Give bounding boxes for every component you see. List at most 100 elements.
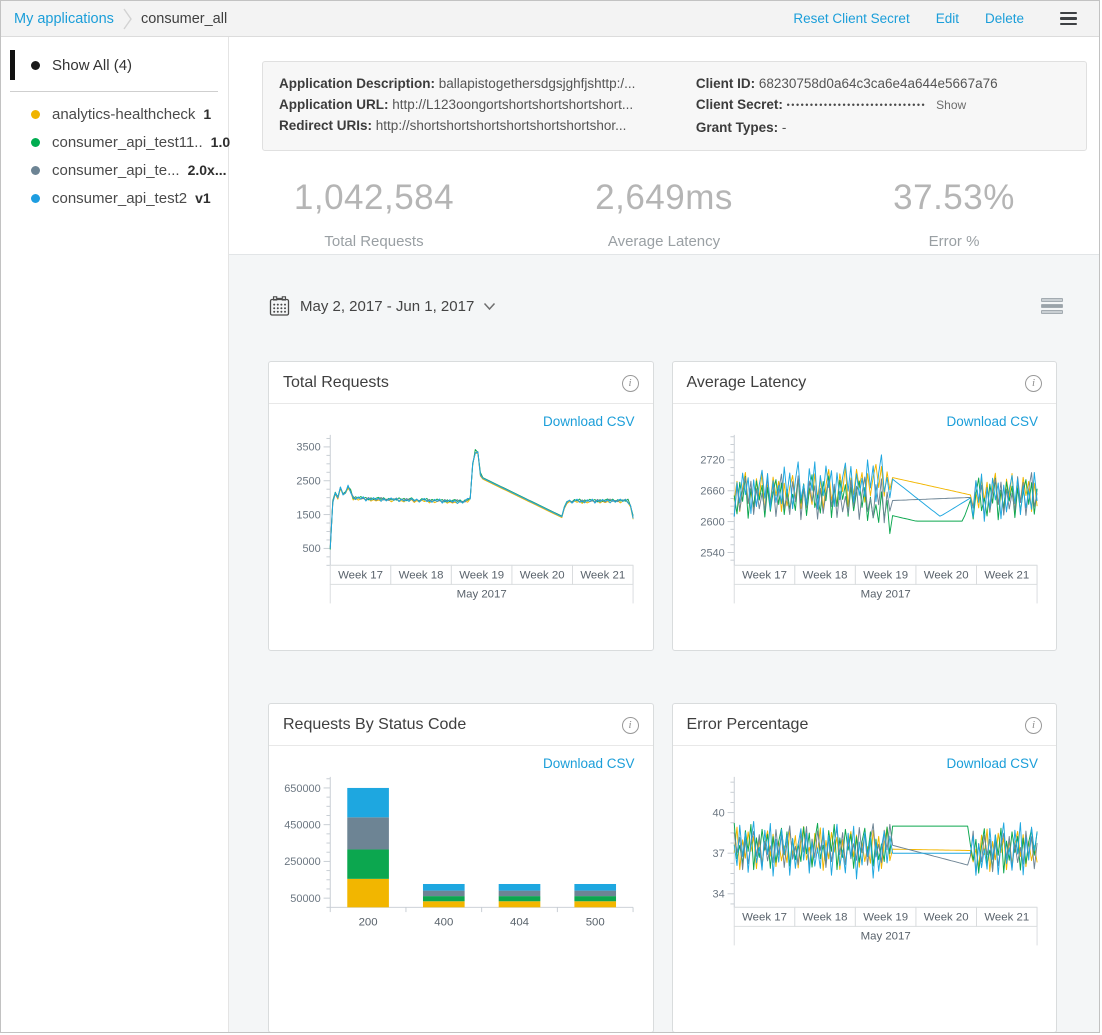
field-label: Application URL:: [279, 97, 389, 112]
sidebar-item-api-1[interactable]: consumer_api_test11.. 1.0: [1, 128, 228, 156]
stat-value: 1,042,584: [229, 178, 519, 218]
main-content: Application Description: ballapistogethe…: [229, 37, 1099, 1033]
field-label: Client Secret:: [696, 97, 783, 112]
date-range-label: May 2, 2017 - Jun 1, 2017: [300, 298, 474, 315]
api-version: 1: [203, 106, 211, 122]
svg-text:Week 21: Week 21: [984, 912, 1029, 924]
svg-text:250000: 250000: [284, 856, 321, 868]
status-dot-icon: [31, 110, 40, 119]
info-icon[interactable]: i: [622, 717, 639, 734]
show-secret-link[interactable]: Show: [936, 98, 966, 112]
grant-types-value: -: [782, 120, 787, 135]
top-bar-actions: Reset Client Secret Edit Delete: [793, 11, 1099, 26]
charts-toolbar: May 2, 2017 - Jun 1, 2017: [229, 255, 1099, 319]
svg-text:May 2017: May 2017: [860, 589, 910, 601]
api-version: v1: [195, 190, 211, 206]
download-csv-link[interactable]: Download CSV: [275, 750, 645, 774]
total-requests-chart: 500150025003500Week 17Week 18Week 19Week…: [275, 432, 645, 609]
delete-link[interactable]: Delete: [985, 11, 1024, 26]
field-label: Client ID:: [696, 76, 755, 91]
svg-text:500: 500: [586, 916, 605, 928]
status-dot-icon: [31, 138, 40, 147]
svg-text:2660: 2660: [700, 486, 724, 498]
info-icon[interactable]: i: [1025, 375, 1042, 392]
api-version: 1.0: [211, 134, 230, 150]
info-icon[interactable]: i: [622, 375, 639, 392]
reset-client-secret-link[interactable]: Reset Client Secret: [793, 11, 909, 26]
stat-error-percent: 37.53% Error %: [809, 178, 1099, 250]
stat-label: Total Requests: [229, 233, 519, 250]
menu-icon[interactable]: [1060, 12, 1077, 26]
api-name: consumer_api_te...: [52, 162, 180, 179]
sidebar-item-api-2[interactable]: consumer_api_te... 2.0x...: [1, 156, 228, 184]
svg-text:Week 21: Week 21: [580, 570, 625, 582]
svg-text:404: 404: [510, 916, 530, 928]
error-percentage-chart: 343740Week 17Week 18Week 19Week 20Week 2…: [679, 774, 1049, 951]
svg-text:Week 17: Week 17: [338, 570, 383, 582]
breadcrumb-current: consumer_all: [141, 11, 227, 27]
api-name: analytics-healthcheck: [52, 106, 195, 123]
api-name: consumer_api_test2: [52, 190, 187, 207]
svg-text:Week 19: Week 19: [863, 570, 908, 582]
svg-text:2720: 2720: [700, 455, 724, 467]
svg-text:500: 500: [302, 543, 320, 555]
sidebar-item-api-3[interactable]: consumer_api_test2 v1: [1, 184, 228, 212]
api-version: 2.0x...: [188, 162, 227, 178]
stats-row: 1,042,584 Total Requests 2,649ms Average…: [229, 178, 1099, 250]
charts-section: May 2, 2017 - Jun 1, 2017 Total Requests…: [229, 254, 1099, 1033]
svg-text:200: 200: [359, 916, 378, 928]
svg-text:2540: 2540: [700, 547, 724, 559]
chart-title: Total Requests: [283, 374, 389, 392]
show-all-label: Show All (4): [52, 57, 132, 74]
download-csv-link[interactable]: Download CSV: [679, 750, 1049, 774]
svg-text:1500: 1500: [296, 509, 320, 521]
stat-label: Average Latency: [519, 233, 809, 250]
svg-text:2600: 2600: [700, 516, 724, 528]
svg-text:May 2017: May 2017: [860, 931, 910, 943]
svg-text:Week 17: Week 17: [742, 570, 787, 582]
svg-text:Week 21: Week 21: [984, 570, 1029, 582]
chart-title: Requests By Status Code: [283, 716, 466, 734]
stat-value: 2,649ms: [519, 178, 809, 218]
download-csv-link[interactable]: Download CSV: [275, 408, 645, 432]
field-label: Grant Types:: [696, 120, 778, 135]
svg-text:3500: 3500: [296, 442, 320, 454]
chart-card-average-latency: Average Latency i Download CSV 2540 2600 2…: [672, 361, 1058, 651]
chart-card-total-requests: Total Requests i Download CSV 5001500250…: [268, 361, 654, 651]
edit-link[interactable]: Edit: [936, 11, 959, 26]
app-window: My applications consumer_all Reset Clien…: [0, 0, 1100, 1033]
sidebar-item-show-all[interactable]: Show All (4): [1, 50, 228, 80]
bullet-icon: [31, 61, 40, 70]
app-details-right: Client ID: 68230758d0a64c3ca6e4a644e5667…: [696, 73, 1070, 138]
chart-menu-icon[interactable]: [1041, 298, 1063, 314]
svg-text:450000: 450000: [284, 819, 321, 831]
overview-section: Application Description: ballapistogethe…: [229, 37, 1099, 254]
svg-text:Week 20: Week 20: [923, 570, 968, 582]
sidebar-item-api-0[interactable]: analytics-healthcheck 1: [1, 100, 228, 128]
stat-label: Error %: [809, 233, 1099, 250]
stat-average-latency: 2,649ms Average Latency: [519, 178, 809, 250]
info-icon[interactable]: i: [1025, 717, 1042, 734]
stat-value: 37.53%: [809, 178, 1099, 218]
chart-card-requests-by-status: Requests By Status Code i Download CSV 5…: [268, 703, 654, 1033]
svg-text:37: 37: [712, 848, 724, 860]
svg-text:Week 19: Week 19: [459, 570, 504, 582]
selection-indicator: [10, 50, 15, 80]
download-csv-link[interactable]: Download CSV: [679, 408, 1049, 432]
date-range-picker[interactable]: May 2, 2017 - Jun 1, 2017: [268, 295, 496, 318]
stat-total-requests: 1,042,584 Total Requests: [229, 178, 519, 250]
chevron-down-icon: [483, 302, 496, 311]
client-id-value: 68230758d0a64c3ca6e4a644e5667a76: [759, 76, 998, 91]
breadcrumb: My applications consumer_all: [14, 8, 227, 30]
status-dot-icon: [31, 166, 40, 175]
chart-card-error-percentage: Error Percentage i Download CSV 343740We…: [672, 703, 1058, 1033]
status-dot-icon: [31, 194, 40, 203]
svg-text:Week 20: Week 20: [520, 570, 565, 582]
breadcrumb-my-applications[interactable]: My applications: [14, 11, 114, 27]
app-details-panel: Application Description: ballapistogethe…: [262, 61, 1087, 151]
svg-text:Week 18: Week 18: [802, 912, 847, 924]
svg-text:Week 18: Week 18: [802, 570, 847, 582]
sidebar-divider: [10, 91, 218, 92]
redirect-uris-value: http://shortshortshortshortshortshortsho…: [376, 118, 627, 133]
chart-title: Average Latency: [687, 374, 807, 392]
